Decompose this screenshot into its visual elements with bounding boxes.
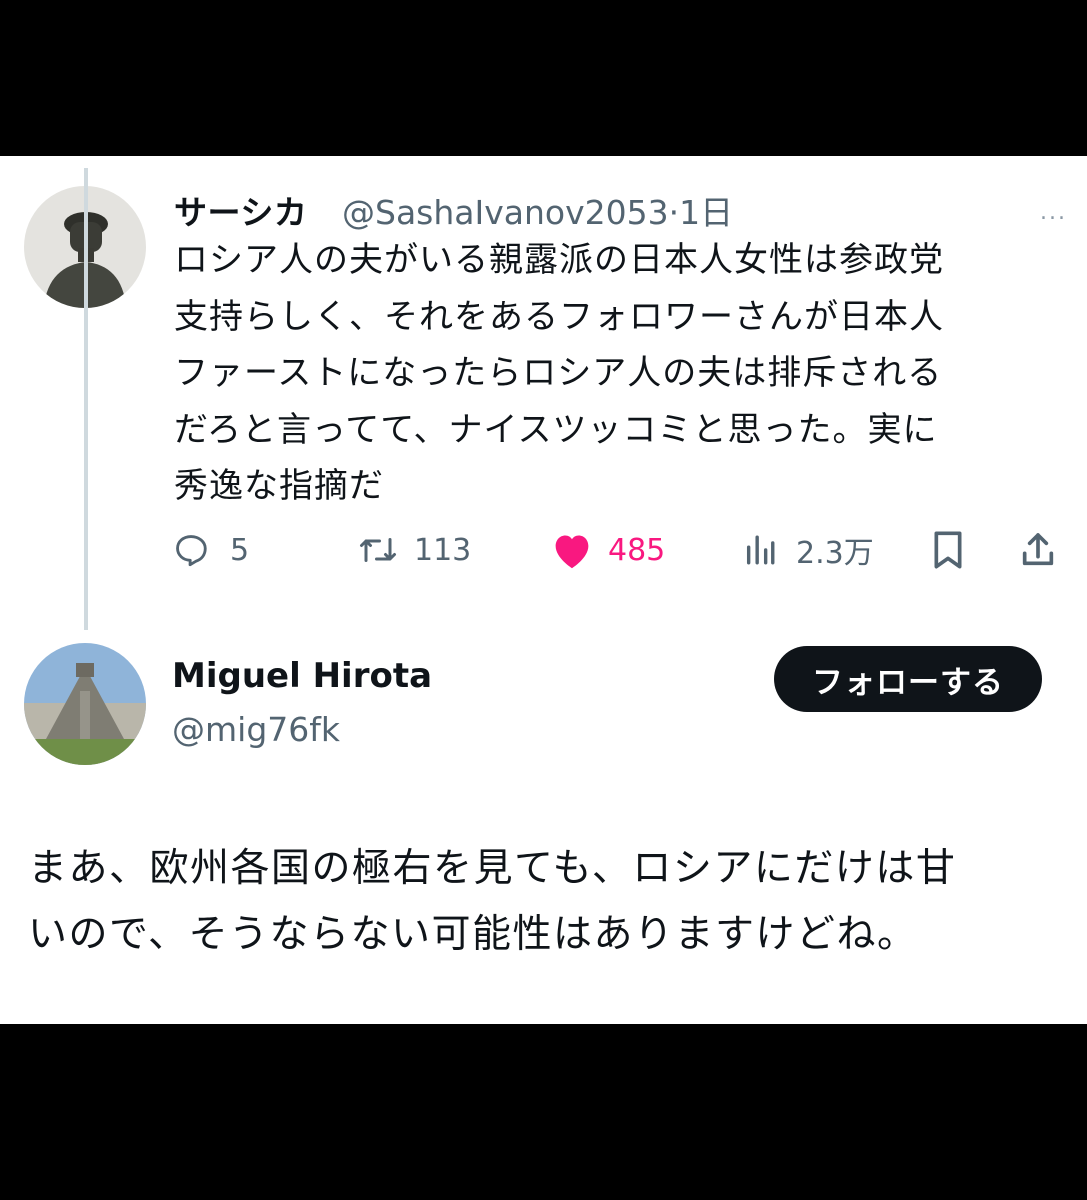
like-count: 485 — [608, 532, 666, 568]
post-actions: 5 113 485 2.3万 — [172, 525, 1062, 575]
share-button[interactable] — [1018, 525, 1058, 575]
repost-count: 113 — [414, 532, 472, 568]
bookmark-button[interactable] — [930, 525, 966, 575]
bookmark-icon — [934, 531, 962, 569]
heart-icon — [555, 535, 589, 569]
repost-button[interactable]: 113 — [358, 525, 471, 575]
avatar-pyramid-image — [24, 643, 146, 765]
share-icon — [1022, 533, 1054, 566]
reply-author-name[interactable]: Miguel Hirota — [172, 656, 432, 696]
reply-button[interactable]: 5 — [172, 525, 249, 575]
post-author-name[interactable]: サーシカ — [174, 186, 307, 234]
views-chart-icon — [746, 535, 775, 565]
like-button[interactable]: 485 — [550, 525, 665, 575]
thread-line — [84, 168, 88, 630]
avatar-miguel[interactable] — [24, 643, 146, 765]
post-text: ロシア人の夫がいる親露派の日本人女性は参政党 支持らしく、それをあるフォロワーさ… — [174, 240, 944, 506]
repost-icon — [360, 538, 396, 562]
views-button[interactable]: 2.3万 — [742, 525, 874, 575]
post-author-handle[interactable]: @SashaIvanov2053·1日 — [342, 186, 733, 234]
reply-count: 5 — [230, 532, 250, 568]
reply-icon — [176, 535, 207, 567]
reply-author-handle[interactable]: @mig76fk — [172, 710, 340, 749]
reply-text: まあ、欧州各国の極右を見ても、ロシアにだけは甘 いので、そうならない可能性はあり… — [28, 846, 957, 957]
more-options-icon[interactable]: ... — [1040, 200, 1067, 225]
view-count: 2.3万 — [796, 536, 874, 571]
follow-button[interactable]: フォローする — [774, 646, 1042, 712]
